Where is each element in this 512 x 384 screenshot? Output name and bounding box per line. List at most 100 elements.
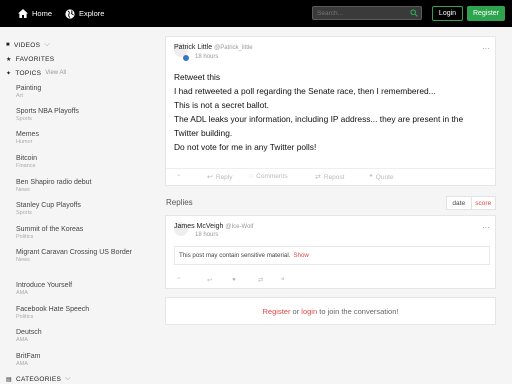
reply-button[interactable]: ↩ xyxy=(207,276,212,284)
comments-button[interactable]: ◌ Comments xyxy=(249,173,288,180)
sort-score-button[interactable]: score xyxy=(472,197,496,209)
sensitive-text: This post may contain sensitive material… xyxy=(179,252,291,259)
topic-category: Sports xyxy=(16,116,32,122)
topic-name: Introduce Yourself xyxy=(16,282,73,289)
topic-category: News xyxy=(16,187,30,193)
sidebar-categories[interactable]: ▤ CATEGORIES ⌵ xyxy=(6,374,71,384)
upvote-button[interactable]: ⌃ xyxy=(176,173,181,181)
reply-icon: ↩ xyxy=(207,174,213,181)
post-line: Retweet this xyxy=(174,72,221,82)
repost-icon: ⇄ xyxy=(258,277,264,284)
author-handle: @Ice-Wolf xyxy=(225,224,254,230)
topic-item[interactable]: Summit of the Koreas Politics xyxy=(16,225,146,241)
author-name: Patrick Little xyxy=(174,44,213,51)
post-actions: ⌃ ↩ Reply ◌ Comments ⇄ Repost ❝ Quote xyxy=(166,168,495,186)
comments-label: Comments xyxy=(256,173,288,180)
chevron-down-icon: ⌵ xyxy=(44,41,50,48)
videos-label: VIDEOS xyxy=(13,41,41,49)
post-line: The ADL leaks your information, includin… xyxy=(174,114,464,124)
sidebar-videos[interactable]: ■ VIDEOS ⌵ xyxy=(6,40,50,50)
topic-name: Migrant Caravan Crossing US Border xyxy=(16,249,132,256)
topic-item[interactable]: Introduce Yourself AMA xyxy=(16,281,146,297)
author-name: James McVeigh xyxy=(174,223,224,230)
comments-button[interactable]: ● xyxy=(232,276,236,283)
topic-item[interactable]: Sports NBA Playoffs Sports xyxy=(16,107,146,123)
reply-actions: ⌃ ↩ ● ⇄ ❝ xyxy=(166,274,495,288)
home-icon xyxy=(18,9,28,18)
quote-icon: ❝ xyxy=(369,174,373,181)
top-navbar: Home Explore Login Register xyxy=(0,0,512,27)
register-link[interactable]: Register xyxy=(263,307,291,316)
topic-name: Painting xyxy=(16,85,42,92)
comment-icon: ◌ xyxy=(249,173,254,180)
topic-category: Humor xyxy=(16,139,33,145)
replies-label: Replies xyxy=(166,198,193,207)
topic-item[interactable]: Painting Art xyxy=(16,84,146,100)
repost-button[interactable]: ⇄ Repost xyxy=(315,173,344,182)
nav-explore-label: Explore xyxy=(79,9,105,18)
reply-author[interactable]: James McVeigh @Ice-Wolf xyxy=(174,223,253,230)
register-button[interactable]: Register xyxy=(467,6,505,21)
chevron-down-icon: ⌵ xyxy=(65,375,71,382)
topic-category: Politics xyxy=(16,234,34,240)
reply-icon: ↩ xyxy=(207,277,213,284)
topic-category: Sports xyxy=(16,210,32,216)
join-card: Register or login to join the conversati… xyxy=(165,297,496,325)
topic-item[interactable]: Ben Shapiro radio debut News xyxy=(16,178,146,194)
topic-category: AMA xyxy=(16,290,28,296)
quote-button[interactable]: ❝ xyxy=(281,276,285,284)
login-button[interactable]: Login xyxy=(432,6,463,21)
topic-item[interactable]: Facebook Hate Speech Politics xyxy=(16,305,146,321)
show-sensitive-link[interactable]: Show xyxy=(293,252,308,259)
post-line: Do not vote for me in any Twitter polls! xyxy=(174,142,317,152)
nav-home[interactable]: Home xyxy=(18,0,52,27)
join-rest: to join the conversation! xyxy=(317,307,399,316)
quote-button[interactable]: ❝ Quote xyxy=(369,173,394,182)
search-box xyxy=(312,6,422,20)
favorites-label: FAVORITES xyxy=(15,55,55,63)
view-all-link[interactable]: View All xyxy=(45,70,66,76)
globe-icon xyxy=(65,8,75,19)
upvote-button[interactable]: ⌃ xyxy=(176,276,181,284)
post-time: 18 hours xyxy=(195,54,219,60)
topic-item[interactable]: Migrant Caravan Crossing US Border News xyxy=(16,248,146,264)
topic-category: Art xyxy=(16,93,24,99)
post-body: Retweet this I had retweeted a poll rega… xyxy=(174,70,490,154)
topic-name: Sports NBA Playoffs xyxy=(16,108,79,115)
topic-name: Summit of the Koreas xyxy=(16,226,84,233)
topic-item[interactable]: Stanley Cup Playoffs Sports xyxy=(16,201,146,217)
sidebar-topics[interactable]: ✦ TOPICS View All xyxy=(6,68,66,78)
post-author[interactable]: Patrick Little @Patrick_little xyxy=(174,44,253,51)
nav-explore[interactable]: Explore xyxy=(65,0,104,27)
sensitive-notice: This post may contain sensitive material… xyxy=(174,246,490,265)
reply-card: James McVeigh @Ice-Wolf 18 hours ··· This… xyxy=(165,215,496,289)
topic-item[interactable]: BritFam AMA xyxy=(16,352,146,368)
join-or: or xyxy=(290,307,302,316)
topic-category: Finance xyxy=(16,163,36,169)
reply-label: Reply xyxy=(215,173,233,181)
topic-item[interactable]: Memes Humor xyxy=(16,130,146,146)
post-line: Twitter building. xyxy=(174,128,233,138)
sort-toggle: date score xyxy=(446,196,496,210)
topic-item[interactable]: Bitcoin Finance xyxy=(16,154,146,170)
search-icon[interactable] xyxy=(410,9,418,17)
topic-name: Stanley Cup Playoffs xyxy=(16,202,81,209)
reply-button[interactable]: ↩ Reply xyxy=(207,173,233,182)
arrow-up-icon: ⌃ xyxy=(176,277,182,284)
sort-date-button[interactable]: date xyxy=(447,197,472,209)
topic-name: Deutsch xyxy=(16,329,42,336)
search-input[interactable] xyxy=(313,7,407,19)
more-options-icon[interactable]: ··· xyxy=(482,44,490,53)
repost-icon: ⇄ xyxy=(315,174,321,181)
login-link[interactable]: login xyxy=(301,307,317,316)
arrow-up-icon: ⌃ xyxy=(176,174,182,181)
repost-button[interactable]: ⇄ xyxy=(258,276,263,284)
sidebar-favorites[interactable]: ★ FAVORITES xyxy=(6,54,54,64)
quote-label: Quote xyxy=(375,173,394,181)
more-options-icon[interactable]: ··· xyxy=(482,223,490,232)
categories-label: CATEGORIES xyxy=(15,375,62,383)
comment-icon: ● xyxy=(232,276,236,283)
topics-label: TOPICS xyxy=(15,69,42,77)
topic-item[interactable]: Deutsch AMA xyxy=(16,328,146,344)
topic-category: AMA xyxy=(16,337,28,343)
